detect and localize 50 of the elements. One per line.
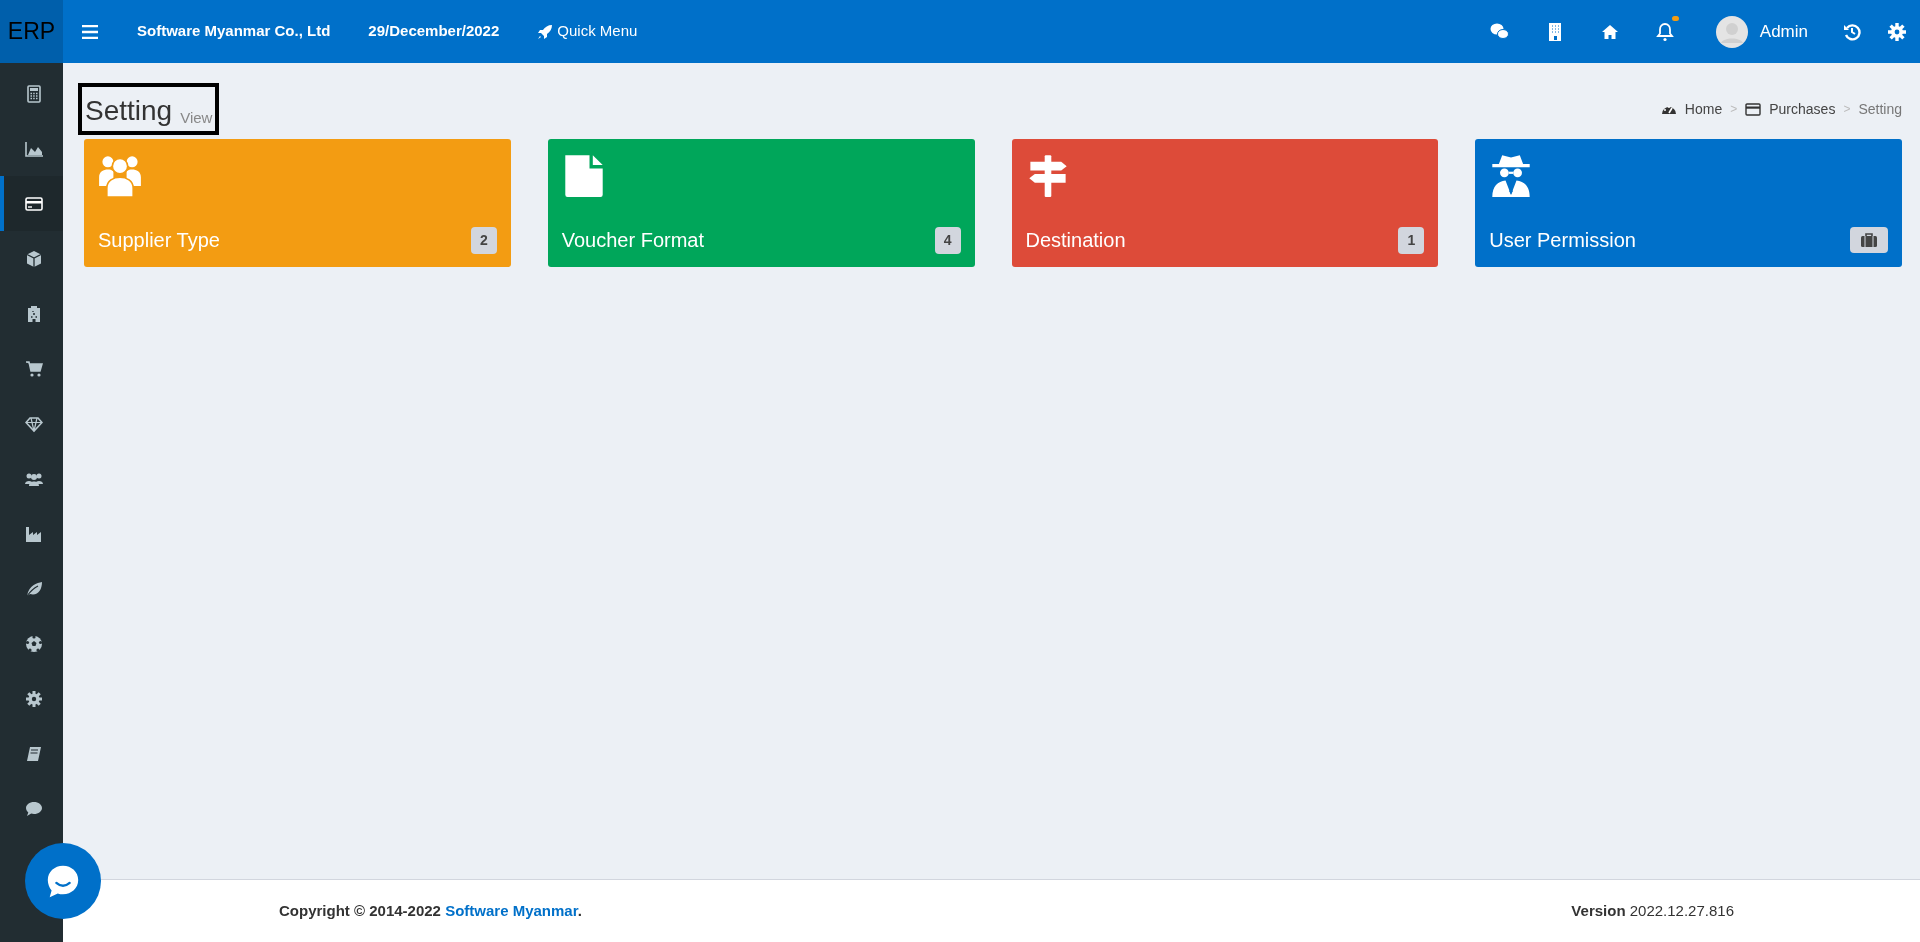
card-title: Voucher Format: [561, 228, 705, 253]
comment-icon: [24, 799, 43, 818]
menu-icon: [82, 24, 98, 39]
card-title: User Permission: [1489, 228, 1636, 253]
cart-icon: [24, 359, 43, 378]
sidebar-item[interactable]: [0, 176, 63, 231]
calculator-icon: [24, 84, 43, 103]
copyright-text: Copyright © 2014-2022 Software Myanmar.: [279, 900, 582, 921]
breadcrumb-separator: >: [1843, 101, 1851, 118]
quick-menu-link[interactable]: Quick Menu: [537, 20, 638, 43]
chat-icon: [1489, 21, 1510, 42]
breadcrumb-current: Setting: [1858, 99, 1902, 119]
factory-icon: [24, 524, 43, 543]
company-name: Software Myanmar Co., Ltd: [137, 21, 331, 42]
user-menu[interactable]: Admin: [1715, 15, 1808, 48]
version-text: Version 2022.12.27.816: [1571, 900, 1734, 921]
breadcrumb-link[interactable]: Purchases: [1745, 98, 1836, 120]
cube-icon: [24, 249, 43, 268]
card-title: Destination: [1025, 228, 1126, 253]
settings-button[interactable]: [1888, 22, 1906, 41]
wechat-button[interactable]: [1489, 21, 1510, 42]
bell-icon: [1654, 21, 1675, 42]
card-icon: [24, 194, 43, 213]
date-text: 29/December/2022: [368, 21, 500, 42]
briefcase-icon: [1860, 232, 1878, 248]
area-chart-icon: [24, 139, 43, 158]
setting-card[interactable]: Voucher Format 4: [547, 139, 975, 267]
count-badge: 2: [470, 226, 497, 254]
leaf-icon: [24, 579, 43, 598]
rocket-icon: [537, 23, 554, 40]
setting-card[interactable]: Supplier Type 2: [84, 139, 511, 267]
gear-icon: [24, 689, 43, 708]
card-icon: [1745, 101, 1762, 117]
breadcrumb-link[interactable]: Home: [1660, 98, 1723, 120]
breadcrumb-separator: >: [1730, 101, 1738, 118]
card-title: Supplier Type: [98, 228, 220, 253]
count-badge: 4: [934, 226, 961, 254]
setting-card[interactable]: User Permission: [1475, 139, 1902, 267]
setting-card[interactable]: Destination 1: [1011, 139, 1439, 267]
page-title: Setting: [85, 97, 173, 125]
diamond-icon: [24, 414, 43, 433]
users-icon: [98, 153, 142, 197]
count-badge: 1: [1398, 226, 1425, 254]
settings-icon: [1888, 22, 1906, 41]
avatar-icon: [1715, 15, 1748, 48]
book-icon: [24, 744, 43, 763]
page-subtitle: View: [180, 110, 213, 125]
company-link[interactable]: Software Myanmar: [445, 901, 578, 919]
history-button[interactable]: [1843, 22, 1861, 41]
history-icon: [1843, 22, 1861, 41]
